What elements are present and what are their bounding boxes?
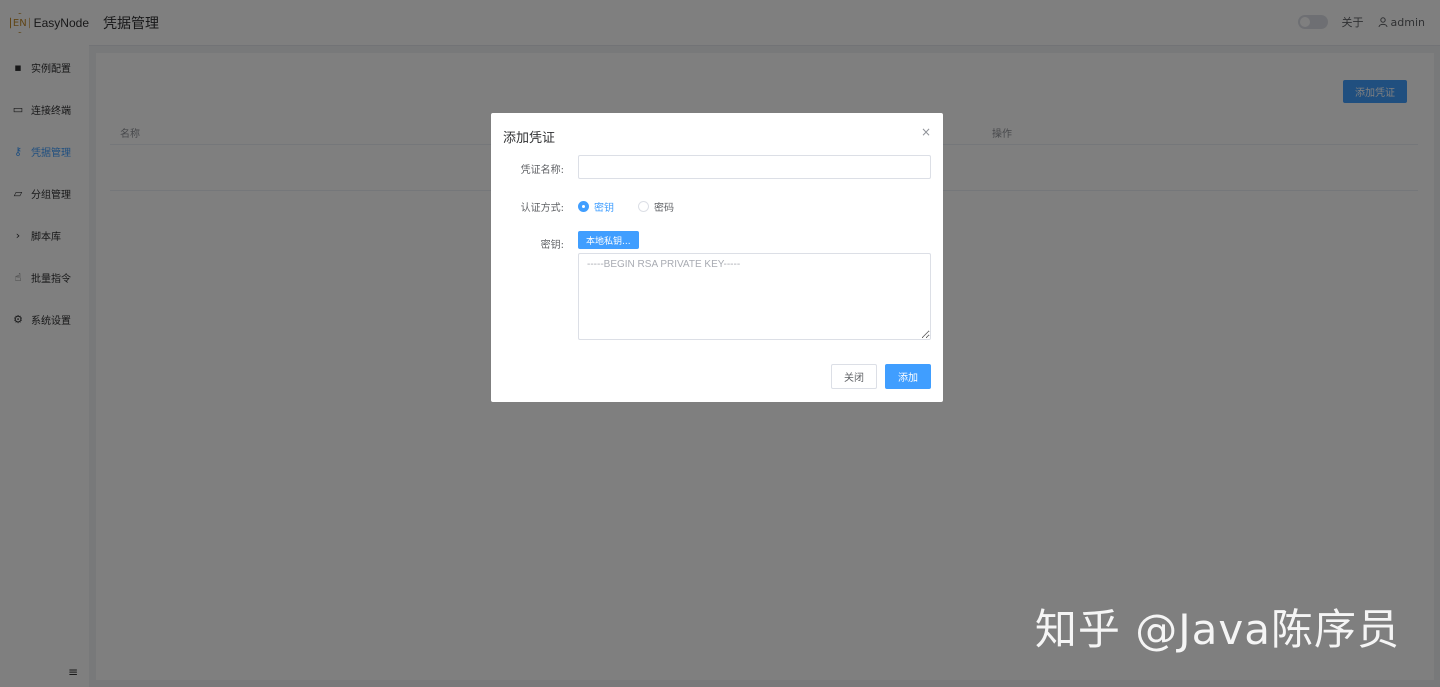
close-icon[interactable]: × [921,125,931,139]
radio-password-label: 密码 [654,203,674,214]
credential-name-label: 凭证名称: [520,165,564,176]
radio-password[interactable]: 密码 [638,199,674,214]
private-key-textarea[interactable] [578,253,931,340]
submit-add-button[interactable]: 添加 [885,364,931,389]
close-button[interactable]: 关闭 [831,364,877,389]
radio-checked-icon [578,201,589,212]
radio-key[interactable]: 密钥 [578,199,614,214]
dialog-title: 添加凭证 [503,131,556,146]
radio-unchecked-icon [638,201,649,212]
watermark: 知乎 @Java陈序员 [1034,605,1400,654]
add-credential-dialog: 添加凭证 × 凭证名称: 认证方式: 密钥 密码 密钥: 本地私钥... 关闭 … [491,113,943,402]
auth-method-label: 认证方式: [520,203,564,214]
private-key-label: 密钥: [540,240,564,251]
credential-name-input[interactable] [578,155,931,179]
auth-method-radio-group: 密钥 密码 [578,199,674,214]
local-private-key-button[interactable]: 本地私钥... [578,231,639,249]
radio-key-label: 密钥 [594,203,614,214]
